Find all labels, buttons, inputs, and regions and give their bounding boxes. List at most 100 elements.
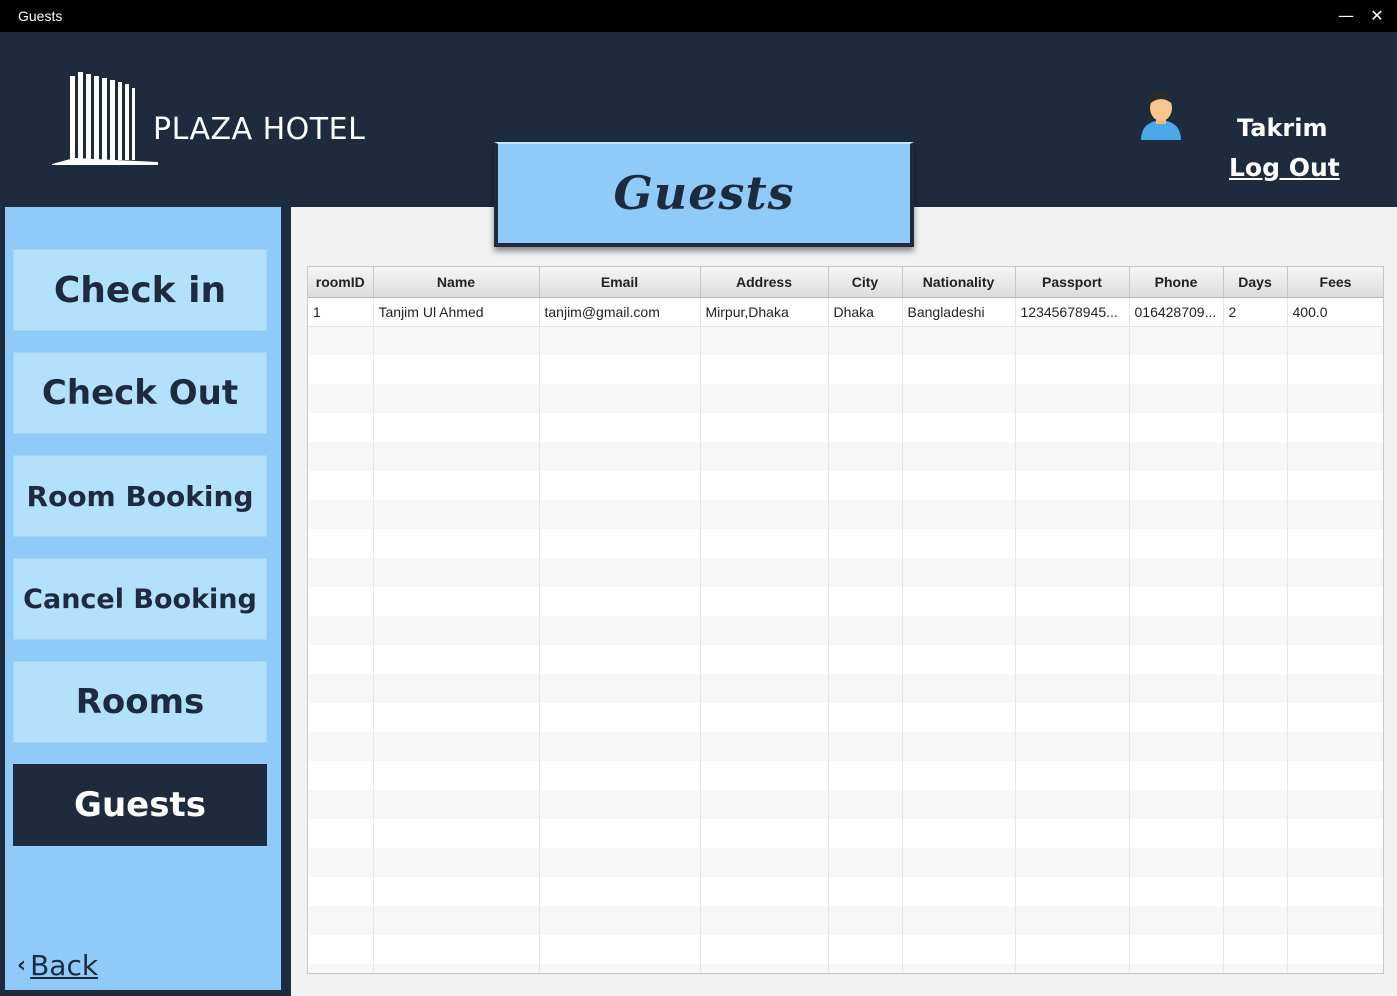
empty-table-cell <box>539 674 701 703</box>
guests-table[interactable]: roomID Name Email Address City Nationali… <box>307 266 1384 974</box>
empty-table-row <box>308 906 1383 935</box>
empty-table-cell <box>700 790 829 819</box>
empty-table-cell <box>700 413 829 442</box>
empty-table-cell <box>828 761 903 790</box>
sidebar-item-check-in[interactable]: Check in <box>13 249 267 331</box>
empty-table-cell <box>1287 906 1383 935</box>
table-cell: 2 <box>1223 297 1288 327</box>
empty-table-cell <box>1287 790 1383 819</box>
empty-table-cell <box>1015 500 1130 529</box>
sidebar-item-guests[interactable]: Guests <box>13 764 267 846</box>
column-header-name[interactable]: Name <box>373 267 540 298</box>
table-row[interactable]: 1 Tanjim Ul Ahmed tanjim@gmail.com Mirpu… <box>308 297 1383 327</box>
empty-table-cell <box>902 674 1016 703</box>
empty-table-cell <box>1287 384 1383 413</box>
empty-table-cell <box>1287 819 1383 848</box>
empty-table-cell <box>1129 877 1224 906</box>
column-header-city[interactable]: City <box>828 267 903 298</box>
empty-table-cell <box>373 558 540 587</box>
empty-table-cell <box>700 935 829 964</box>
empty-table-cell <box>700 906 829 935</box>
empty-table-row <box>308 790 1383 819</box>
empty-table-cell <box>1223 732 1288 761</box>
empty-table-cell <box>1129 529 1224 558</box>
empty-table-cell <box>902 471 1016 500</box>
column-header-days[interactable]: Days <box>1223 267 1288 298</box>
column-header-passport[interactable]: Passport <box>1015 267 1130 298</box>
empty-table-cell <box>539 500 701 529</box>
sidebar-item-cancel-booking[interactable]: Cancel Booking <box>13 558 267 640</box>
table-cell: tanjim@gmail.com <box>539 297 701 327</box>
empty-table-cell <box>700 645 829 674</box>
column-header-roomid[interactable]: roomID <box>308 267 374 298</box>
empty-table-cell <box>308 442 374 471</box>
empty-table-row <box>308 732 1383 761</box>
empty-table-row <box>308 471 1383 500</box>
empty-table-cell <box>1129 587 1224 616</box>
table-cell: 400.0 <box>1287 297 1383 327</box>
empty-table-cell <box>1287 587 1383 616</box>
empty-table-row <box>308 819 1383 848</box>
empty-table-cell <box>308 964 374 973</box>
empty-table-cell <box>902 442 1016 471</box>
empty-table-cell <box>700 529 829 558</box>
empty-table-cell <box>828 877 903 906</box>
empty-table-row <box>308 413 1383 442</box>
empty-table-cell <box>1015 732 1130 761</box>
empty-table-row <box>308 558 1383 587</box>
empty-table-cell <box>539 964 701 973</box>
sidebar-item-room-booking[interactable]: Room Booking <box>13 455 267 537</box>
empty-table-cell <box>308 355 374 384</box>
column-header-fees[interactable]: Fees <box>1287 267 1383 298</box>
sidebar-item-check-out[interactable]: Check Out <box>13 352 267 434</box>
empty-table-cell <box>1015 442 1130 471</box>
minimize-icon[interactable]: — <box>1334 4 1358 28</box>
empty-table-cell <box>373 500 540 529</box>
sidebar-item-rooms[interactable]: Rooms <box>13 661 267 743</box>
empty-table-cell <box>1015 703 1130 732</box>
empty-table-cell <box>1129 500 1224 529</box>
empty-table-cell <box>308 848 374 877</box>
empty-table-cell <box>1015 906 1130 935</box>
empty-table-cell <box>539 906 701 935</box>
column-header-address[interactable]: Address <box>700 267 829 298</box>
empty-table-cell <box>1129 413 1224 442</box>
empty-table-cell <box>902 384 1016 413</box>
empty-table-cell <box>902 587 1016 616</box>
empty-table-row <box>308 761 1383 790</box>
empty-table-cell <box>1223 384 1288 413</box>
empty-table-cell <box>308 906 374 935</box>
close-icon[interactable]: ✕ <box>1365 4 1389 28</box>
empty-table-cell <box>828 413 903 442</box>
empty-table-cell <box>902 906 1016 935</box>
back-link[interactable]: ‹ Back <box>17 949 98 982</box>
empty-table-cell <box>902 819 1016 848</box>
empty-table-cell <box>902 529 1016 558</box>
empty-table-cell <box>828 964 903 973</box>
empty-table-cell <box>1015 587 1130 616</box>
empty-table-cell <box>1015 326 1130 355</box>
empty-table-cell <box>539 413 701 442</box>
empty-table-cell <box>1223 500 1288 529</box>
empty-table-row <box>308 703 1383 732</box>
empty-table-row <box>308 326 1383 355</box>
empty-table-cell <box>308 703 374 732</box>
empty-table-cell <box>700 500 829 529</box>
logout-link[interactable]: Log Out <box>1229 153 1340 182</box>
empty-table-cell <box>700 384 829 413</box>
empty-table-cell <box>539 587 701 616</box>
empty-table-cell <box>373 616 540 645</box>
username: Takrim <box>1237 114 1328 142</box>
empty-table-cell <box>1015 935 1130 964</box>
column-header-nationality[interactable]: Nationality <box>902 267 1016 298</box>
empty-table-cell <box>1129 935 1224 964</box>
empty-table-cell <box>1015 355 1130 384</box>
empty-table-row <box>308 587 1383 616</box>
column-header-phone[interactable]: Phone <box>1129 267 1224 298</box>
column-header-email[interactable]: Email <box>539 267 701 298</box>
empty-table-cell <box>1223 964 1288 973</box>
empty-table-cell <box>373 906 540 935</box>
empty-table-cell <box>902 732 1016 761</box>
empty-table-cell <box>828 703 903 732</box>
empty-table-cell <box>902 935 1016 964</box>
